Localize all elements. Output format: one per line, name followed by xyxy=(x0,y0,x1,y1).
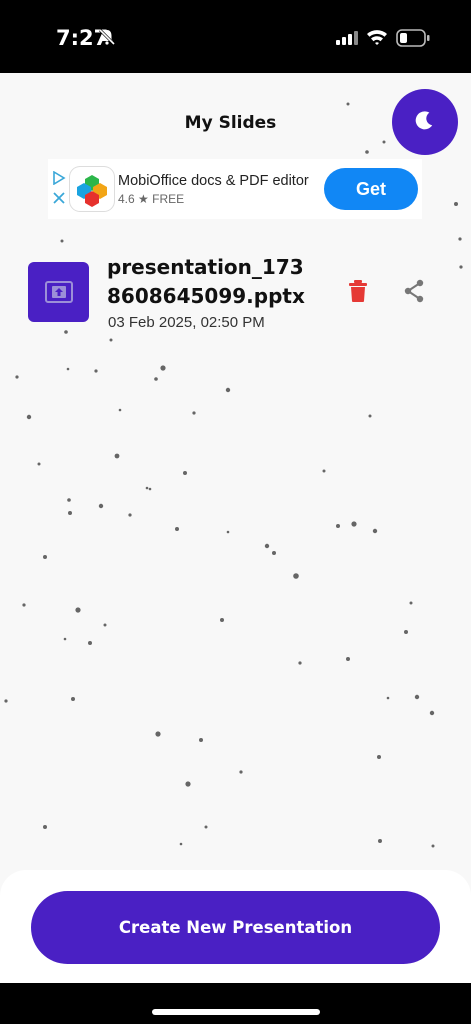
moon-icon xyxy=(414,109,436,136)
ad-rating: 4.6 ★ FREE xyxy=(118,192,185,206)
cellular-signal-icon xyxy=(336,31,360,50)
status-bar: 7:27 xyxy=(0,0,471,73)
ad-choices-icon[interactable] xyxy=(52,170,66,190)
battery-icon xyxy=(396,29,430,52)
ad-banner[interactable]: MobiOffice docs & PDF editor 4.6 ★ FREE … xyxy=(48,159,422,219)
app-screen: My Slides MobiOffice docs & PDF editor 4… xyxy=(0,73,471,983)
mobioffice-app-icon xyxy=(70,167,114,211)
create-new-presentation-button[interactable]: Create New Presentation xyxy=(31,891,440,964)
ad-close-icon[interactable] xyxy=(52,191,66,210)
bell-slash-icon xyxy=(98,28,116,51)
bottom-panel: Create New Presentation xyxy=(0,870,471,983)
trash-icon[interactable] xyxy=(347,279,369,308)
share-icon[interactable] xyxy=(402,279,426,308)
presentation-file-icon xyxy=(28,262,89,322)
list-item[interactable]: presentation_1738608645099.pptx 03 Feb 2… xyxy=(0,243,471,343)
home-indicator[interactable] xyxy=(152,1009,320,1015)
wifi-icon xyxy=(366,29,388,50)
file-name: presentation_1738608645099.pptx xyxy=(107,255,305,308)
ad-app-name: MobiOffice docs & PDF editor xyxy=(118,173,309,189)
file-date: 03 Feb 2025, 02:50 PM xyxy=(108,314,265,331)
theme-toggle-button[interactable] xyxy=(392,89,458,155)
ad-get-button[interactable]: Get xyxy=(324,168,418,210)
